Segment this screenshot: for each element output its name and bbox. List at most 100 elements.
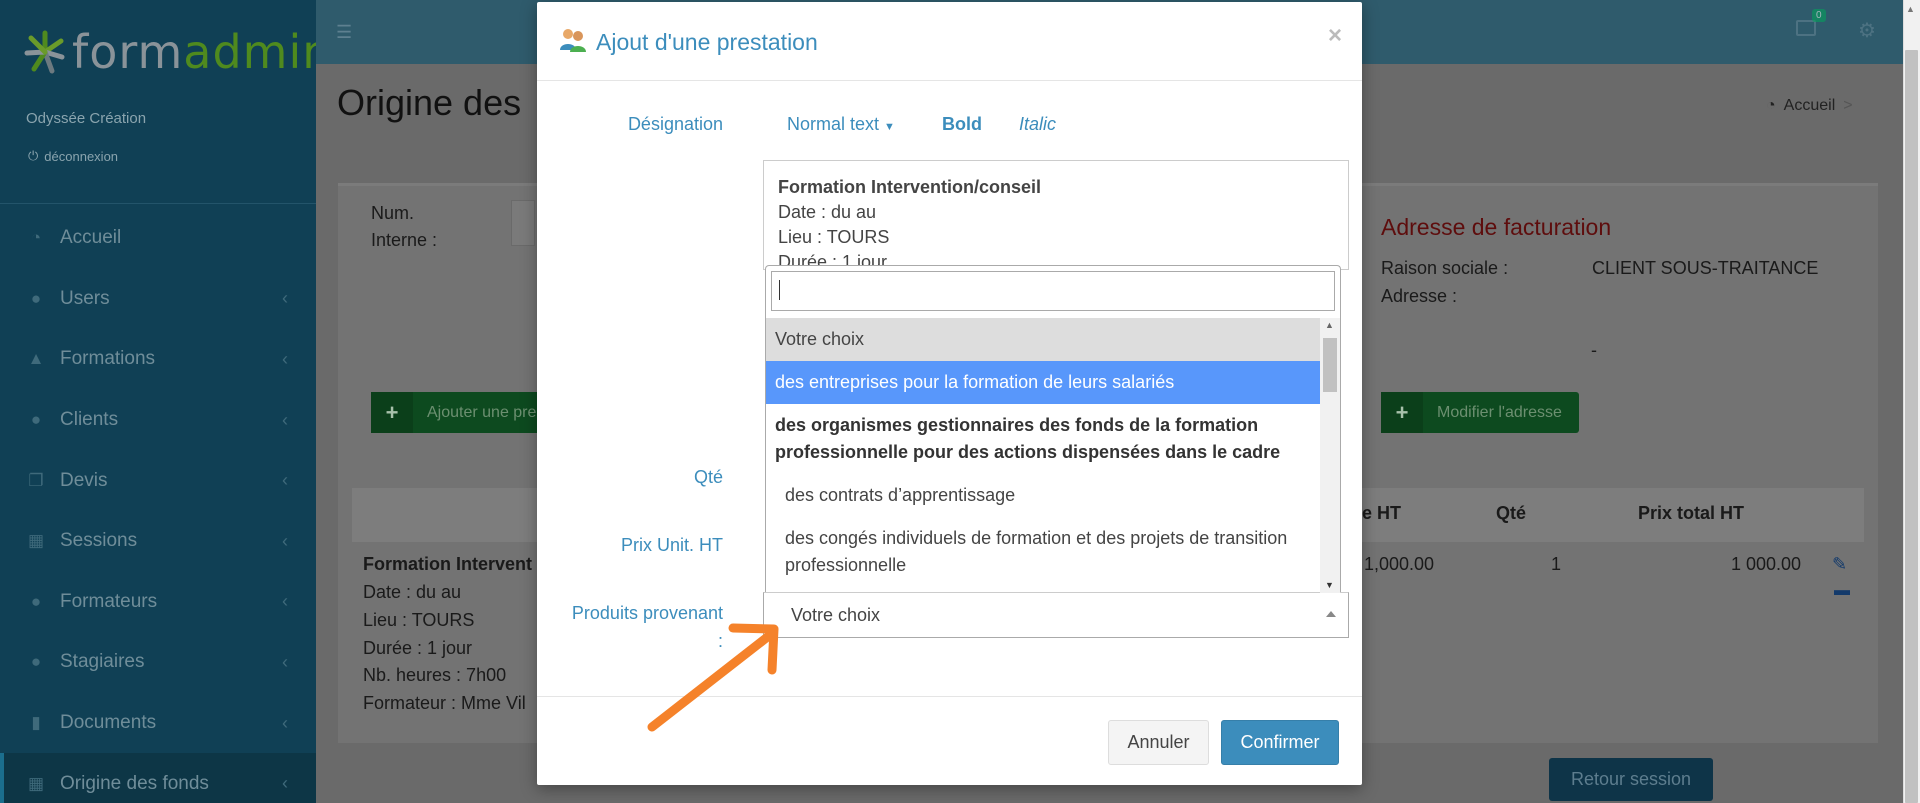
sidebar-item-documents[interactable]: ▮ Documents ‹ — [0, 693, 316, 754]
dashboard-icon: ◔ — [30, 228, 42, 248]
billing-address-title: Adresse de facturation — [1381, 214, 1612, 240]
logout-label: déconnexion — [44, 148, 119, 164]
sidebar: formadmin Odyssée Création ⏻ déconnexion… — [0, 0, 331, 803]
scroll-down-arrow-icon[interactable]: ▼ — [1325, 580, 1334, 590]
num-interne-label: Num. Interne : — [371, 203, 438, 250]
designation-editor[interactable]: Formation Intervention/conseil Date : du… — [763, 160, 1349, 270]
scroll-up-arrow-icon[interactable]: ▲ — [1906, 4, 1915, 14]
breadcrumb-home[interactable]: Accueil — [1784, 97, 1836, 115]
page-scrollbar-thumb[interactable] — [1905, 50, 1918, 803]
sidebar-item-label: Formations — [60, 348, 156, 370]
row-qte: 1 — [1551, 554, 1562, 574]
calendar-icon: ▦ — [27, 531, 45, 551]
formadmin-logo-icon — [22, 27, 68, 77]
chevron-left-icon: ‹ — [282, 651, 288, 672]
dropdown-scrollbar-thumb[interactable] — [1323, 338, 1337, 392]
row-line: Lieu : TOURS — [363, 610, 475, 630]
sidebar-item-formateurs[interactable]: ● Formateurs ‹ — [0, 572, 316, 633]
sidebar-item-clients[interactable]: ● Clients ‹ — [0, 390, 316, 451]
envelope-icon[interactable] — [1796, 20, 1816, 36]
sidebar-item-accueil[interactable]: ◔ Accueil — [0, 208, 316, 269]
bold-button[interactable]: Bold — [942, 114, 982, 135]
adresse-label: Adresse : — [1381, 286, 1458, 306]
mail-count-badge: 0 — [1812, 9, 1826, 22]
sidebar-item-sessions[interactable]: ▦ Sessions ‹ — [0, 511, 316, 572]
row-prix-unit: 1,000.00 — [1364, 554, 1435, 574]
designation-label: Désignation — [627, 114, 723, 134]
file-icon: ▮ — [31, 713, 41, 733]
modal-header: Ajout d'une prestation × — [537, 2, 1362, 81]
produits-provenant-select[interactable]: Votre choix — [763, 592, 1349, 638]
sidebar-item-label: Stagiaires — [60, 651, 145, 673]
add-prestation-button[interactable]: + Ajouter une pre — [371, 392, 541, 433]
chevron-left-icon: ‹ — [282, 409, 288, 430]
caret-down-icon: ▼ — [884, 121, 895, 133]
retour-session-button[interactable]: Retour session — [1549, 758, 1713, 801]
editor-line: Lieu : TOURS — [778, 227, 890, 247]
confirm-button[interactable]: Confirmer — [1221, 720, 1339, 765]
sidebar-item-users[interactable]: ● Users ‹ — [0, 269, 316, 330]
dropdown-search-input[interactable] — [771, 271, 1335, 311]
gears-icon[interactable]: ⚙ — [1858, 18, 1876, 43]
sidebar-item-label: Users — [60, 287, 110, 309]
select-value: Votre choix — [791, 604, 881, 625]
chevron-left-icon: ‹ — [282, 530, 288, 551]
editor-line: Date : du au — [778, 202, 877, 222]
breadcrumb-separator: > — [1843, 97, 1853, 114]
dropdown-option-conges[interactable]: des congés individuels de formation et d… — [766, 517, 1320, 587]
modify-address-label: Modifier l'adresse — [1437, 403, 1562, 421]
text-cursor — [779, 280, 780, 300]
num-interne-input[interactable] — [511, 200, 535, 246]
row-line: Formation Intervent — [363, 554, 533, 574]
sidebar-item-label: Accueil — [60, 227, 122, 249]
sidebar-nav: ◔ Accueil ● Users ‹ ▲ Formations ‹ ● Cli… — [0, 208, 316, 803]
sidebar-item-label: Sessions — [60, 530, 138, 552]
qte-label: Qté — [693, 467, 723, 487]
user-icon: ● — [30, 591, 42, 611]
text-style-dropdown[interactable]: Normal text ▼ — [787, 114, 895, 135]
table-icon: ▦ — [27, 773, 45, 793]
row-line: Formateur : Mme Vil — [363, 693, 526, 713]
edit-icon[interactable]: ✎ — [1832, 554, 1847, 575]
prix-unit-label: Prix Unit. HT — [620, 535, 723, 555]
sidebar-item-label: Origine des fonds — [60, 772, 209, 794]
dashboard-icon: ◔ — [1766, 97, 1776, 114]
col-prix-total: Prix total HT — [1638, 503, 1745, 523]
sidebar-item-label: Documents — [60, 712, 157, 734]
caret-up-icon — [1326, 611, 1336, 617]
dropdown-option-placeholder[interactable]: Votre choix — [766, 318, 1320, 361]
italic-button[interactable]: Italic — [1019, 114, 1056, 135]
page-title: Origine des — [337, 82, 522, 123]
row-line: Nb. heures : 7h00 — [363, 665, 507, 685]
dropdown-option-apprentissage[interactable]: des contrats d’apprentissage — [766, 474, 1320, 517]
modal-title: Ajout d'une prestation — [596, 29, 818, 55]
dropdown-group-organismes: des organismes gestionnaires des fonds d… — [775, 415, 1281, 462]
brand-logo[interactable]: formadmin — [22, 22, 332, 82]
chevron-left-icon: ‹ — [282, 288, 288, 309]
sidebar-item-origine-des-fonds[interactable]: ▦ Origine des fonds ‹ — [0, 753, 316, 803]
hamburger-menu-icon[interactable]: ☰ — [336, 22, 352, 43]
chevron-left-icon: ‹ — [282, 773, 288, 794]
modify-address-button[interactable]: + Modifier l'adresse — [1381, 392, 1579, 433]
scroll-up-arrow-icon[interactable]: ▲ — [1325, 320, 1334, 330]
sidebar-item-stagiaires[interactable]: ● Stagiaires ‹ — [0, 632, 316, 693]
row-prix-total: 1 000.00 — [1731, 554, 1802, 574]
add-prestation-label: Ajouter une pre — [427, 403, 537, 421]
editor-line: Formation Intervention/conseil — [778, 177, 1042, 197]
plus-icon: + — [371, 392, 413, 433]
annotation-arrow-icon — [647, 623, 779, 732]
chevron-left-icon: ‹ — [282, 712, 288, 733]
copy-icon: ❐ — [28, 470, 44, 490]
dropdown-option-entreprises[interactable]: des entreprises pour la formation de leu… — [766, 361, 1320, 404]
sidebar-item-formations[interactable]: ▲ Formations ‹ — [0, 329, 316, 390]
cancel-button[interactable]: Annuler — [1108, 720, 1209, 765]
trash-icon[interactable]: ▬ — [1834, 582, 1850, 600]
raison-sociale-value: CLIENT SOUS-TRAITANCE — [1592, 258, 1819, 278]
chevron-left-icon: ‹ — [282, 591, 288, 612]
sidebar-item-label: Devis — [60, 469, 108, 491]
sidebar-item-devis[interactable]: ❐ Devis ‹ — [0, 450, 316, 511]
graduation-cap-icon: ▲ — [27, 349, 45, 369]
text-style-label: Normal text — [787, 114, 880, 134]
logout-link[interactable]: ⏻ déconnexion — [28, 148, 118, 164]
close-icon[interactable]: × — [1328, 22, 1342, 50]
